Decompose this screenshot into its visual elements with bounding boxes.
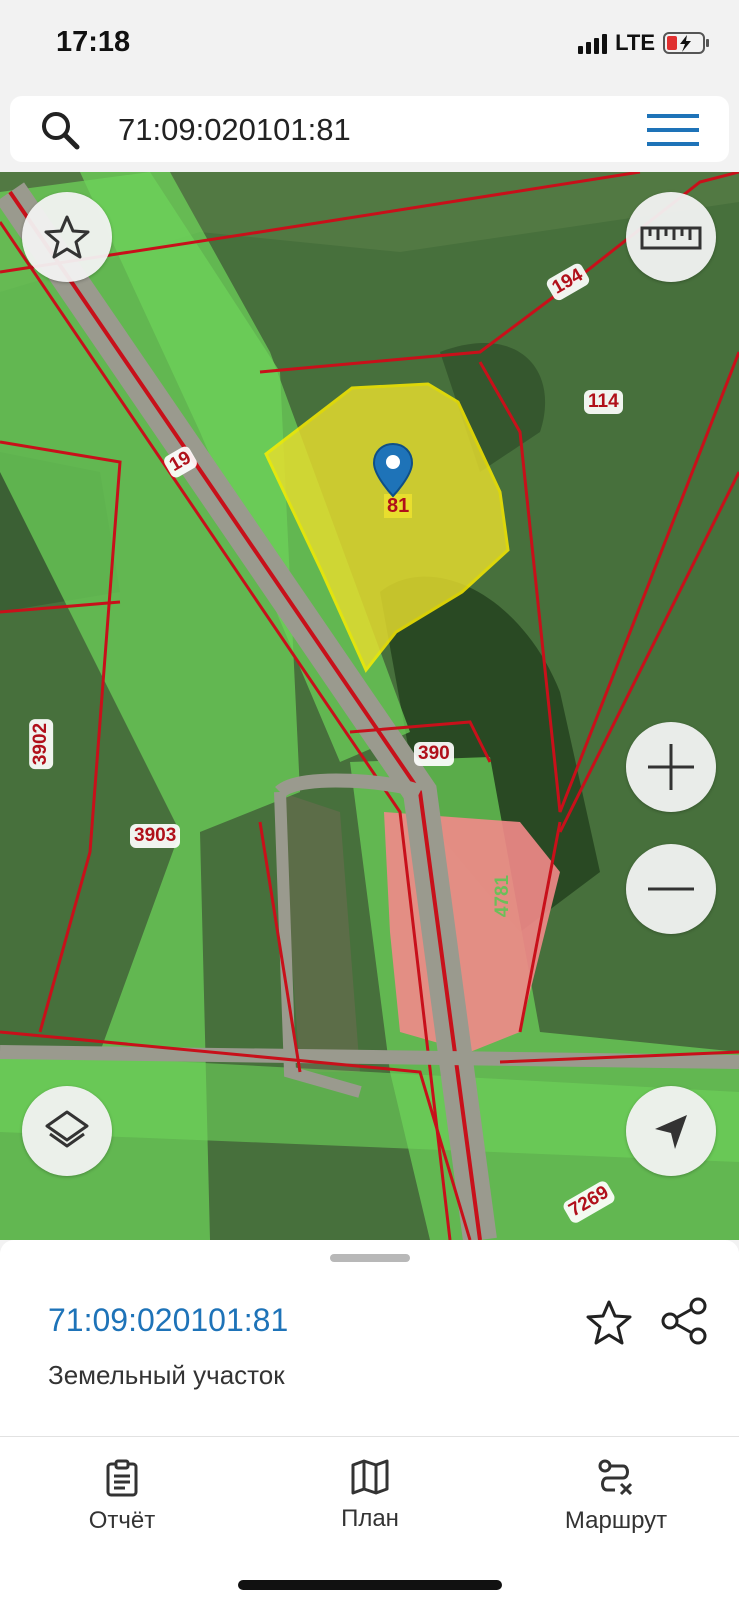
parcel-label-3902[interactable]: 3902 [29, 718, 54, 770]
status-time: 17:18 [56, 26, 131, 58]
sheet-grab-handle[interactable] [330, 1254, 410, 1262]
tab-plan[interactable]: План [270, 1459, 470, 1533]
zoom-in-button[interactable] [626, 722, 716, 812]
star-icon [44, 215, 90, 259]
navigation-arrow-icon [655, 1115, 687, 1149]
parcel-label-390[interactable]: 390 [414, 742, 454, 766]
menu-icon[interactable] [647, 112, 699, 148]
object-type: Земельный участок [48, 1360, 285, 1390]
cadastral-number: 71:09:020101:81 [48, 1302, 289, 1338]
battery-icon [663, 32, 709, 54]
status-indicators: LTE [578, 30, 711, 56]
map-icon [351, 1459, 389, 1495]
tab-route-label: Маршрут [564, 1507, 668, 1534]
plus-icon [648, 744, 694, 790]
parcel-label-3903[interactable]: 3903 [130, 824, 181, 848]
signal-icon [578, 32, 608, 54]
my-location-button[interactable] [626, 1086, 716, 1176]
search-input[interactable]: 71:09:020101:81 [118, 112, 351, 148]
star-icon[interactable] [584, 1298, 634, 1348]
map-canvas [0, 172, 739, 1240]
ruler-icon [640, 226, 702, 250]
layers-icon [45, 1110, 89, 1148]
parcel-label-4781[interactable]: 4781 [491, 871, 515, 921]
parcel-label-114[interactable]: 114 [584, 390, 623, 414]
network-type: LTE [615, 30, 655, 55]
share-icon[interactable] [660, 1296, 710, 1346]
ruler-button[interactable] [626, 192, 716, 282]
tab-report-label: Отчёт [88, 1507, 156, 1534]
clipboard-icon [106, 1459, 138, 1497]
map-view[interactable]: 194 114 19 81 3902 390 3903 4781 7269 [0, 172, 739, 1240]
bottom-tab-bar: Отчёт План Маршрут [0, 1436, 739, 1600]
tab-route[interactable]: Маршрут [516, 1459, 716, 1535]
favorite-map-button[interactable] [22, 192, 112, 282]
search-icon[interactable] [38, 108, 82, 152]
search-bar[interactable]: 71:09:020101:81 [10, 96, 729, 162]
home-indicator[interactable] [238, 1580, 502, 1590]
route-icon [598, 1459, 633, 1496]
location-pin-icon[interactable] [372, 442, 414, 498]
tab-report[interactable]: Отчёт [22, 1459, 222, 1535]
layers-button[interactable] [22, 1086, 112, 1176]
object-details-sheet[interactable]: 71:09:020101:81 Земельный участок [0, 1240, 739, 1436]
status-bar: 17:18 LTE [0, 0, 739, 90]
minus-icon [648, 887, 694, 891]
tab-plan-label: План [341, 1505, 399, 1532]
zoom-out-button[interactable] [626, 844, 716, 934]
